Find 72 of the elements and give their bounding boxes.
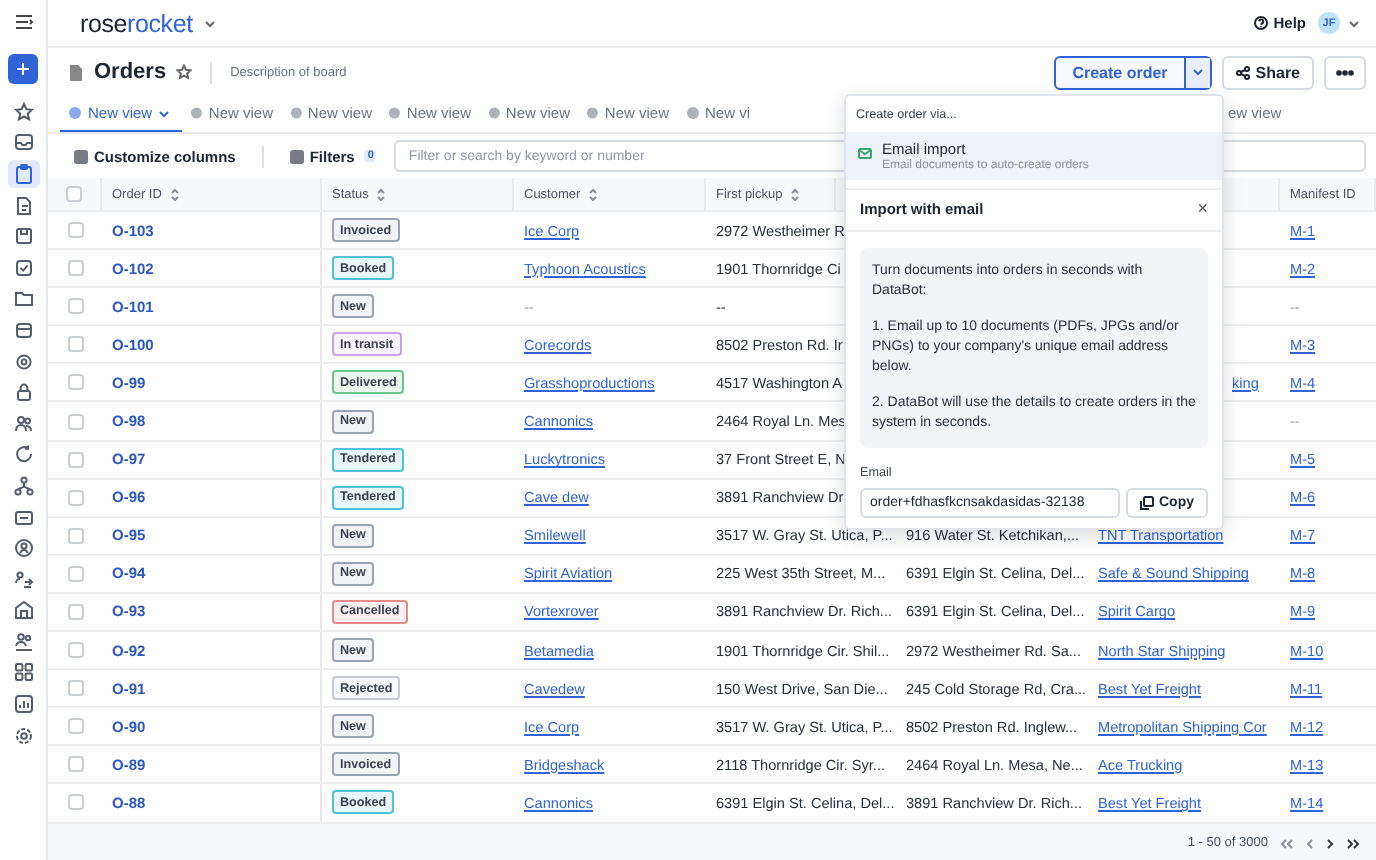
checkbox-icon <box>13 257 33 278</box>
add-button[interactable] <box>8 54 38 84</box>
view-icon <box>190 106 203 120</box>
sort-icon <box>376 187 387 201</box>
chart-icon <box>13 694 33 715</box>
row-checkbox[interactable] <box>67 451 83 468</box>
sort-icon <box>790 187 801 201</box>
network-icon <box>13 475 33 496</box>
row-checkbox[interactable] <box>67 794 83 811</box>
tray-icon <box>13 132 33 153</box>
last-page-icon <box>1346 837 1360 849</box>
view-icon <box>487 106 500 120</box>
more-button[interactable] <box>1324 55 1366 89</box>
star-icon <box>176 64 193 80</box>
menu-icon <box>13 12 33 32</box>
card-icon <box>13 507 33 528</box>
caret-icon <box>1191 68 1204 76</box>
lock-icon <box>13 382 33 403</box>
row-checkbox[interactable] <box>67 413 83 430</box>
caret-icon <box>204 19 217 27</box>
more-icon <box>1336 69 1354 75</box>
copy-icon <box>1139 496 1153 510</box>
building-icon <box>13 600 33 621</box>
row-checkbox[interactable] <box>67 336 83 353</box>
sidebar-item[interactable] <box>7 159 39 188</box>
refresh-icon <box>13 444 33 465</box>
transfer-icon <box>13 569 33 590</box>
envelope-icon <box>858 146 872 160</box>
row-checkbox[interactable] <box>67 260 83 277</box>
create-order-dropdown[interactable] <box>1183 57 1210 87</box>
logo[interactable]: roserocket <box>80 9 193 37</box>
next-page-icon <box>1326 837 1334 849</box>
share-button[interactable]: Share <box>1221 55 1314 89</box>
calendar-icon <box>13 319 33 340</box>
team-icon <box>13 631 33 652</box>
share-icon <box>1235 65 1250 79</box>
row-checkbox[interactable] <box>67 565 83 582</box>
view-icon <box>289 106 302 120</box>
select-all-checkbox[interactable] <box>66 186 82 202</box>
row-checkbox[interactable] <box>67 603 83 620</box>
folder-icon <box>13 288 33 309</box>
plus-icon <box>16 62 30 76</box>
caret-icon <box>158 109 171 117</box>
row-checkbox[interactable] <box>67 680 83 697</box>
star-icon <box>13 101 33 122</box>
person-icon <box>13 538 33 559</box>
row-checkbox[interactable] <box>67 489 83 506</box>
save-icon <box>13 226 33 247</box>
row-checkbox[interactable] <box>67 222 83 239</box>
sort-icon <box>169 187 180 201</box>
people-icon <box>13 413 33 434</box>
row-checkbox[interactable] <box>67 298 83 315</box>
caret-icon <box>1348 19 1360 27</box>
first-page-icon <box>1280 837 1294 849</box>
row-checkbox[interactable] <box>67 756 83 773</box>
view-icon <box>388 106 401 120</box>
row-checkbox[interactable] <box>67 718 83 735</box>
view-icon <box>586 106 599 120</box>
grid-icon <box>13 662 33 683</box>
document-icon <box>13 195 33 216</box>
previous-page-icon <box>1306 837 1314 849</box>
sort-icon <box>588 187 599 201</box>
row-checkbox[interactable] <box>67 642 83 659</box>
document-icon <box>68 63 84 81</box>
row-checkbox[interactable] <box>67 527 83 544</box>
help-icon <box>1253 16 1268 30</box>
clipboard-icon <box>13 163 33 184</box>
board-title: Orders <box>94 60 167 84</box>
view-icon <box>685 106 699 120</box>
close-button[interactable]: × <box>1197 200 1208 218</box>
row-checkbox[interactable] <box>67 374 83 391</box>
view-icon <box>68 106 82 120</box>
